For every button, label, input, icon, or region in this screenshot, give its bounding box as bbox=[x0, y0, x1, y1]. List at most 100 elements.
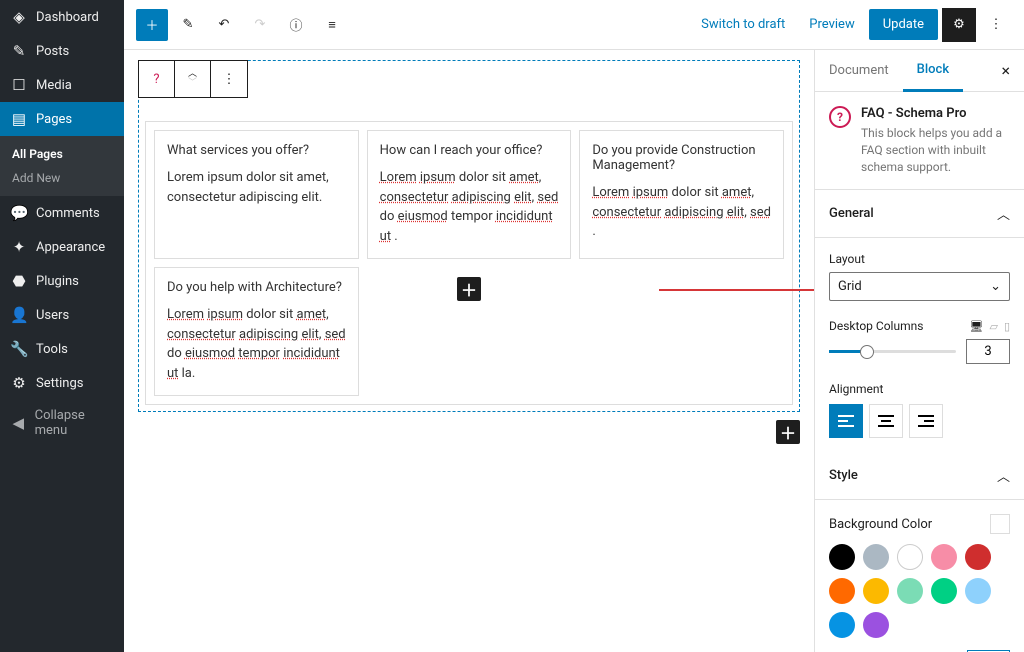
sidebar-item-settings[interactable]: ⚙Settings bbox=[0, 366, 124, 400]
tab-document[interactable]: Document bbox=[815, 51, 903, 90]
block-type-icon[interactable]: ? bbox=[139, 61, 175, 97]
switch-to-draft-link[interactable]: Switch to draft bbox=[691, 11, 795, 38]
more-options-button[interactable]: ⋮ bbox=[980, 9, 1012, 41]
palette-color[interactable] bbox=[863, 612, 889, 638]
plugins-icon: ⬣ bbox=[10, 272, 28, 290]
faq-question[interactable]: What services you offer? bbox=[167, 143, 346, 158]
section-title: General bbox=[829, 206, 874, 221]
general-section-toggle[interactable]: General ︿ bbox=[815, 190, 1024, 238]
info-button[interactable]: ⓘ bbox=[280, 9, 312, 41]
editor-canvas[interactable]: ? ︿﹀ ⋮ What services you offer? Lorem ip… bbox=[124, 50, 814, 652]
block-toolbar: ? ︿﹀ ⋮ bbox=[138, 60, 248, 98]
faq-answer[interactable]: Lorem ipsum dolor sit amet, consectetur … bbox=[592, 183, 771, 242]
palette-color[interactable] bbox=[931, 544, 957, 570]
block-info-section: ? FAQ - Schema Pro This block helps you … bbox=[815, 92, 1024, 190]
move-up-button[interactable]: ︿﹀ bbox=[175, 61, 211, 97]
add-faq-button[interactable]: ＋ bbox=[457, 277, 481, 301]
sidebar-item-media[interactable]: ☐Media bbox=[0, 68, 124, 102]
mobile-icon[interactable]: ▯ bbox=[1004, 320, 1010, 333]
palette-color[interactable] bbox=[965, 578, 991, 604]
color-palette bbox=[829, 544, 1010, 638]
update-button[interactable]: Update bbox=[869, 9, 938, 40]
sidebar-item-tools[interactable]: 🔧 Tools bbox=[0, 332, 124, 366]
faq-block-icon: ? bbox=[829, 106, 851, 128]
block-options-button[interactable]: ⋮ bbox=[211, 61, 247, 97]
faq-card[interactable]: Do you provide Construction Management? … bbox=[579, 130, 784, 259]
outline-button[interactable]: ≡ bbox=[316, 9, 348, 41]
slider-thumb[interactable] bbox=[860, 345, 874, 359]
faq-card[interactable]: Do you help with Architecture? Lorem ips… bbox=[154, 267, 359, 396]
faq-answer[interactable]: Lorem ipsum dolor sit amet, consectetur … bbox=[167, 168, 346, 207]
layout-value: Grid bbox=[838, 279, 862, 294]
sidebar-item-label: Appearance bbox=[36, 240, 105, 255]
faq-question[interactable]: Do you provide Construction Management? bbox=[592, 143, 771, 173]
palette-color[interactable] bbox=[829, 578, 855, 604]
sidebar-sub-all-pages[interactable]: All Pages bbox=[0, 142, 124, 166]
chevron-up-icon: ︿ bbox=[997, 466, 1010, 485]
faq-answer[interactable]: Lorem ipsum dolor sit amet, consectetur … bbox=[167, 305, 346, 383]
posts-icon: ✎ bbox=[10, 42, 28, 60]
desktop-icon[interactable]: 🖥 bbox=[970, 320, 984, 333]
chevron-up-icon: ︿ bbox=[997, 204, 1010, 223]
faq-card[interactable]: What services you offer? Lorem ipsum dol… bbox=[154, 130, 359, 259]
palette-color[interactable] bbox=[829, 544, 855, 570]
add-block-below-button[interactable]: ＋ bbox=[776, 420, 800, 444]
editor-main: ＋ ✎ ↶ ↷ ⓘ ≡ Switch to draft Preview Upda… bbox=[124, 0, 1024, 652]
palette-color[interactable] bbox=[829, 612, 855, 638]
redo-button[interactable]: ↷ bbox=[244, 9, 276, 41]
preview-link[interactable]: Preview bbox=[799, 11, 864, 38]
palette-color[interactable] bbox=[897, 578, 923, 604]
columns-slider[interactable] bbox=[829, 350, 956, 353]
columns-input[interactable] bbox=[966, 339, 1010, 364]
sidebar-item-comments[interactable]: 💬Comments bbox=[0, 196, 124, 230]
undo-button[interactable]: ↶ bbox=[208, 9, 240, 41]
sidebar-item-appearance[interactable]: ✦ Appearance bbox=[0, 230, 124, 264]
sidebar-item-users[interactable]: 👤Users bbox=[0, 298, 124, 332]
sidebar-sub-add-new[interactable]: Add New bbox=[0, 166, 124, 190]
align-left-button[interactable] bbox=[829, 404, 863, 438]
faq-block-wrapper[interactable]: ? ︿﹀ ⋮ What services you offer? Lorem ip… bbox=[138, 60, 800, 412]
settings-toggle-button[interactable]: ⚙ bbox=[942, 8, 976, 42]
sidebar-item-label: Tools bbox=[36, 342, 68, 357]
edit-mode-button[interactable]: ✎ bbox=[172, 9, 204, 41]
sidebar-item-plugins[interactable]: ⬣ Plugins bbox=[0, 264, 124, 298]
sidebar-item-collapse[interactable]: ◀Collapse menu bbox=[0, 400, 124, 446]
faq-card[interactable]: How can I reach your office? Lorem ipsum… bbox=[367, 130, 572, 259]
palette-color[interactable] bbox=[863, 544, 889, 570]
sidebar-item-dashboard[interactable]: ◈Dashboard bbox=[0, 0, 124, 34]
appearance-icon: ✦ bbox=[10, 238, 28, 256]
responsive-device-icons[interactable]: 🖥 ▱ ▯ bbox=[970, 320, 1011, 333]
settings-panel: Document Block × ? FAQ - Schema Pro This… bbox=[814, 50, 1024, 652]
sidebar-item-pages[interactable]: ▤Pages bbox=[0, 102, 124, 136]
sidebar-item-posts[interactable]: ✎Posts bbox=[0, 34, 124, 68]
style-section-toggle[interactable]: Style ︿ bbox=[815, 452, 1024, 500]
faq-question[interactable]: Do you help with Architecture? bbox=[167, 280, 346, 295]
bg-color-swatch[interactable] bbox=[990, 514, 1010, 534]
palette-color[interactable] bbox=[965, 544, 991, 570]
comments-icon: 💬 bbox=[10, 204, 28, 222]
editor-topbar: ＋ ✎ ↶ ↷ ⓘ ≡ Switch to draft Preview Upda… bbox=[124, 0, 1024, 50]
block-title: FAQ - Schema Pro bbox=[861, 106, 1010, 121]
chevron-down-icon: ⌄ bbox=[990, 279, 1001, 294]
layout-select[interactable]: Grid ⌄ bbox=[829, 272, 1010, 301]
palette-color[interactable] bbox=[931, 578, 957, 604]
general-section-body: Layout Grid ⌄ Desktop Columns 🖥▱▯ Alignm… bbox=[815, 238, 1024, 452]
faq-question[interactable]: How can I reach your office? bbox=[380, 143, 559, 158]
faq-answer[interactable]: Lorem ipsum dolor sit amet, consectetur … bbox=[380, 168, 559, 246]
align-center-button[interactable] bbox=[869, 404, 903, 438]
add-block-button[interactable]: ＋ bbox=[136, 9, 168, 41]
faq-grid: What services you offer? Lorem ipsum dol… bbox=[145, 121, 793, 405]
pages-icon: ▤ bbox=[10, 110, 28, 128]
users-icon: 👤 bbox=[10, 306, 28, 324]
tab-block[interactable]: Block bbox=[903, 50, 963, 92]
sidebar-submenu: All Pages Add New bbox=[0, 136, 124, 196]
panel-close-button[interactable]: × bbox=[987, 51, 1024, 90]
alignment-label: Alignment bbox=[829, 382, 1010, 396]
collapse-icon: ◀ bbox=[10, 414, 27, 432]
sidebar-item-label: Plugins bbox=[36, 274, 79, 289]
tablet-icon[interactable]: ▱ bbox=[989, 320, 997, 333]
palette-color[interactable] bbox=[897, 544, 923, 570]
align-right-button[interactable] bbox=[909, 404, 943, 438]
palette-color[interactable] bbox=[863, 578, 889, 604]
tools-icon: 🔧 bbox=[10, 340, 28, 358]
